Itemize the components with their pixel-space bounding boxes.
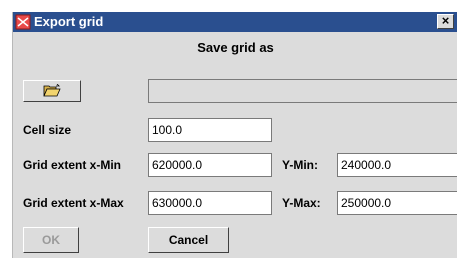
y-max-input[interactable] xyxy=(337,191,457,215)
browse-button[interactable] xyxy=(23,80,81,102)
x-max-label: Grid extent x-Max xyxy=(23,196,124,210)
cell-size-label: Cell size xyxy=(23,123,72,137)
y-min-input[interactable] xyxy=(337,153,457,177)
export-grid-dialog: Export grid × Save grid as Cell size Gri… xyxy=(12,12,457,258)
title-bar[interactable]: Export grid × xyxy=(13,12,457,32)
app-icon xyxy=(15,14,31,30)
y-max-label: Y-Max: xyxy=(282,196,321,210)
folder-open-icon xyxy=(43,84,61,97)
window-title: Export grid xyxy=(34,14,104,29)
close-icon[interactable]: × xyxy=(437,14,454,29)
cell-size-input[interactable] xyxy=(148,118,272,142)
ok-button[interactable]: OK xyxy=(23,227,79,253)
file-path-field[interactable] xyxy=(148,79,457,103)
x-min-label: Grid extent x-Min xyxy=(23,158,122,172)
cancel-button[interactable]: Cancel xyxy=(148,227,229,253)
x-min-input[interactable] xyxy=(148,153,272,177)
dialog-heading: Save grid as xyxy=(197,40,274,55)
x-max-input[interactable] xyxy=(148,191,272,215)
y-min-label: Y-Min: xyxy=(282,158,318,172)
